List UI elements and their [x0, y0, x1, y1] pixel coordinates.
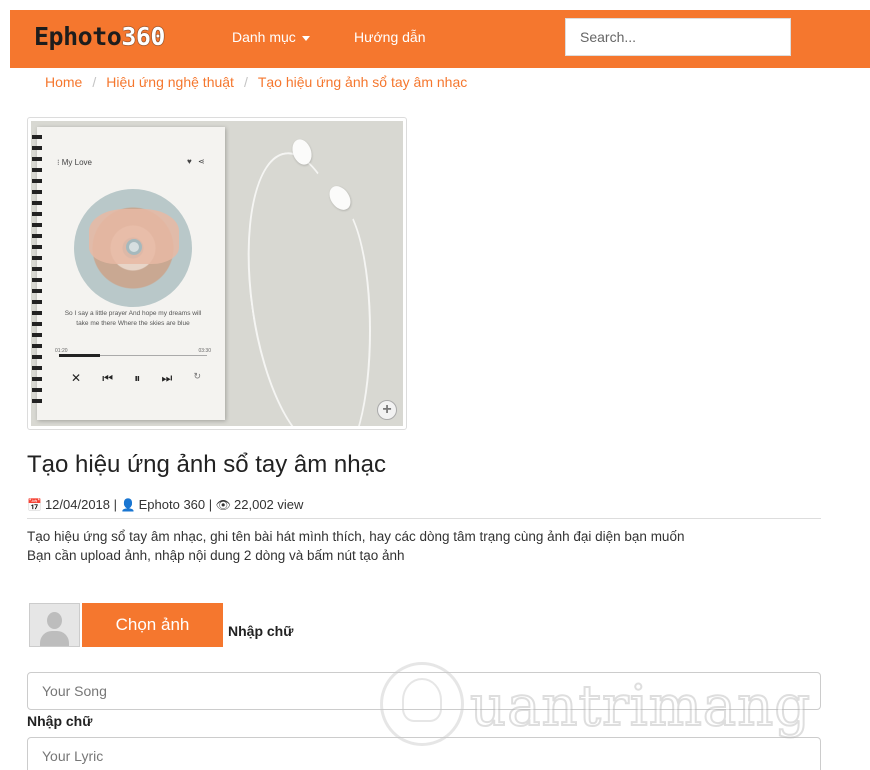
description-line: Bạn cần upload ảnh, nhập nội dung 2 dòng… — [27, 548, 405, 563]
text-input-label: Nhập chữ — [27, 713, 93, 729]
page-title: Tạo hiệu ứng ảnh sổ tay âm nhạc — [27, 451, 386, 478]
avatar-body — [40, 631, 69, 646]
user-icon: 👤 — [120, 498, 136, 512]
song-progress-bar — [59, 354, 207, 357]
site-logo[interactable]: Ephoto360 — [34, 22, 165, 51]
music-notebook: ⁝ My Love ♥ ⋖ So I say a little prayer A… — [32, 127, 225, 420]
calendar-icon: 📅 — [27, 498, 42, 512]
post-views: 22,002 view — [234, 497, 304, 512]
song-progress-fill — [59, 354, 101, 357]
breadcrumb-current[interactable]: Tạo hiệu ứng ảnh sổ tay âm nhạc — [258, 74, 467, 90]
notebook-spiral — [32, 135, 42, 410]
post-meta: 📅 12/04/2018 | 👤 Ephoto 360 | 👁 22,002 view — [27, 497, 303, 512]
repeat-icon: ↻ — [193, 371, 201, 381]
choose-image-button[interactable]: Chọn ảnh — [82, 603, 223, 647]
pause-icon: ⏸ — [134, 371, 141, 385]
post-author: Ephoto 360 — [138, 497, 206, 512]
preview-photo: ⁝ My Love ♥ ⋖ So I say a little prayer A… — [31, 121, 403, 426]
avatar-head — [47, 612, 62, 629]
avatar-placeholder[interactable] — [29, 603, 80, 647]
meta-separator: | — [113, 497, 118, 512]
next-icon: ⏭ — [161, 371, 173, 385]
breadcrumb: Home / Hiệu ứng nghệ thuật / Tạo hiệu ứng ản… — [45, 74, 467, 90]
post-date: 12/04/2018 — [44, 497, 111, 512]
player-controls: ✕ ⏮ ⏸ ⏭ ↻ — [71, 371, 201, 386]
search-input[interactable] — [565, 18, 791, 56]
eye-icon: 👁 — [215, 498, 232, 512]
meta-separator: | — [208, 497, 213, 512]
breadcrumb-home[interactable]: Home — [45, 74, 82, 90]
time-end: 03:30 — [198, 348, 211, 354]
song-input[interactable] — [27, 672, 821, 710]
breadcrumb-separator: / — [243, 74, 248, 90]
album-photo — [89, 209, 179, 264]
nav-menu-label: Danh mục — [232, 29, 296, 45]
song-lyric: So I say a little prayer And hope my dre… — [64, 310, 202, 327]
previous-icon: ⏮ — [102, 371, 114, 385]
disc-center — [126, 239, 142, 255]
breadcrumb-separator: / — [92, 74, 97, 90]
logo-text: Ephoto — [34, 22, 122, 51]
breadcrumb-category[interactable]: Hiệu ứng nghệ thuật — [106, 74, 234, 90]
earphone-cable — [301, 201, 371, 426]
divider — [27, 518, 821, 519]
plus-circle-icon[interactable]: + — [377, 400, 397, 420]
description: Tạo hiệu ứng sổ tay âm nhạc, ghi tên bài… — [27, 527, 827, 565]
chevron-down-icon — [301, 35, 310, 41]
text-input-label: Nhập chữ — [228, 623, 294, 639]
logo-number: 360 — [121, 22, 165, 51]
description-line: Tạo hiệu ứng sổ tay âm nhạc, ghi tên bài… — [27, 529, 685, 544]
shuffle-icon: ✕ — [71, 371, 82, 385]
heart-share-icon: ♥ ⋖ — [187, 157, 207, 166]
nav-guide-link[interactable]: Hướng dẫn — [354, 29, 425, 45]
song-title: ⁝ My Love — [57, 158, 92, 167]
top-navbar: Ephoto360 Danh mục Hướng dẫn — [10, 10, 870, 68]
lyric-input[interactable] — [27, 737, 821, 770]
nav-menu-dropdown[interactable]: Danh mục — [232, 29, 310, 45]
effect-preview-image[interactable]: ⁝ My Love ♥ ⋖ So I say a little prayer A… — [27, 117, 407, 430]
